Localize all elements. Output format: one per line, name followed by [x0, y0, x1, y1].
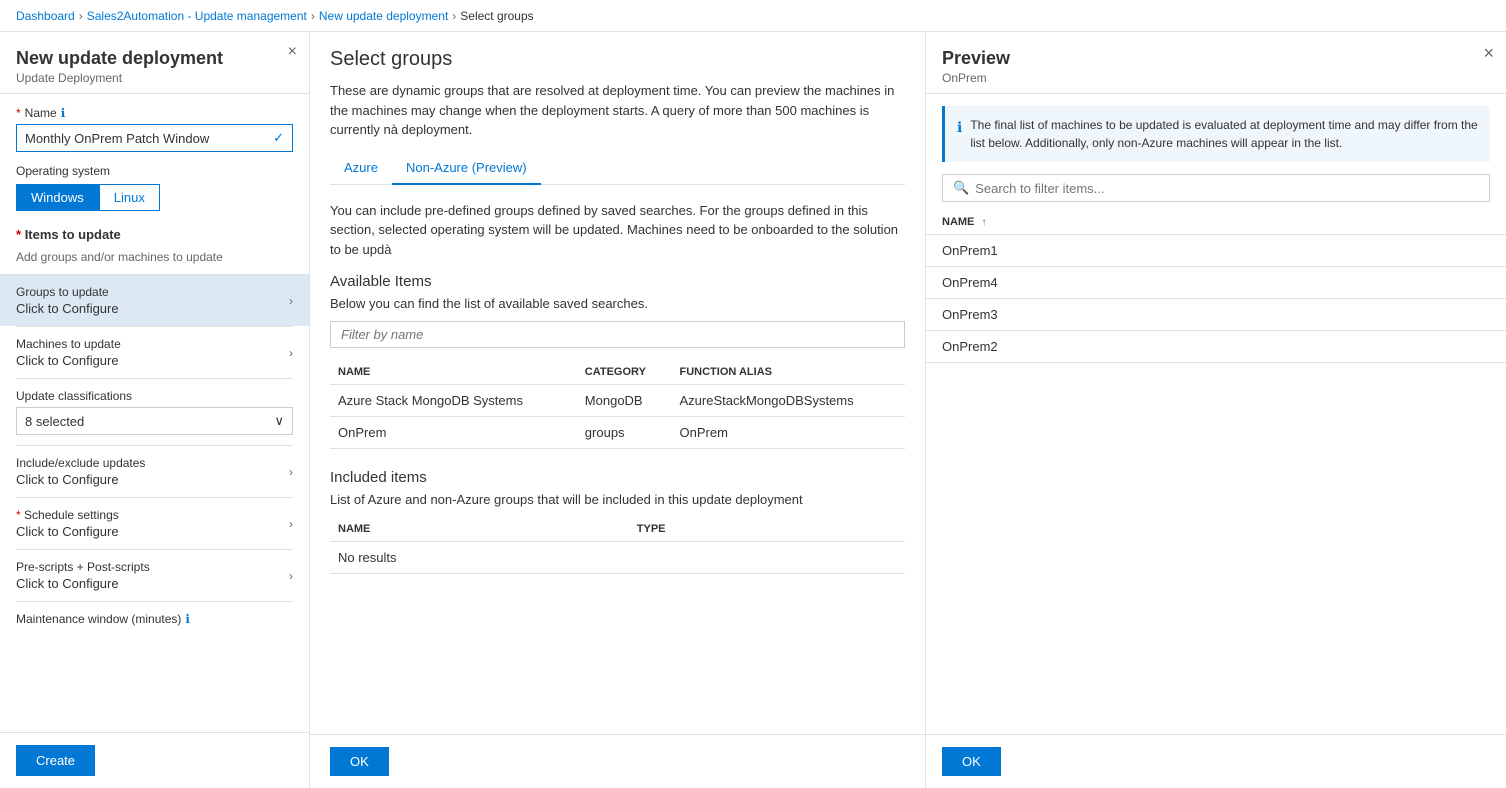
preview-machine-name: OnPrem3	[926, 299, 1506, 331]
info-circle-icon: ℹ	[957, 117, 962, 152]
preview-info-text: The final list of machines to be updated…	[970, 116, 1478, 152]
left-panel-close-button[interactable]: ×	[288, 44, 297, 60]
tab-non-azure[interactable]: Non-Azure (Preview)	[392, 152, 541, 185]
preview-row: OnPrem2	[926, 331, 1506, 363]
breadcrumb-current: Select groups	[460, 9, 533, 23]
preview-col-name: NAME ↑	[926, 210, 1506, 235]
new-update-deployment-title: New update deployment	[16, 48, 293, 69]
row-name: OnPrem	[330, 417, 577, 449]
included-items-table: NAME TYPE No results	[330, 517, 905, 574]
groups-chevron-icon: ›	[289, 294, 293, 308]
preview-close-button[interactable]: ×	[1483, 44, 1494, 62]
right-panel-footer: OK	[926, 734, 1506, 788]
breadcrumb: Dashboard › Sales2Automation - Update ma…	[0, 0, 1506, 32]
breadcrumb-new-update-deployment[interactable]: New update deployment	[319, 9, 448, 23]
breadcrumb-update-management[interactable]: Sales2Automation - Update management	[87, 9, 307, 23]
included-items-title: Included items	[330, 469, 905, 486]
include-exclude-item[interactable]: Include/exclude updates Click to Configu…	[16, 445, 293, 497]
schedule-settings-item[interactable]: * Schedule settings Click to Configure ›	[16, 497, 293, 549]
prescripts-item[interactable]: Pre-scripts + Post-scripts Click to Conf…	[16, 549, 293, 601]
maintenance-label: Maintenance window (minutes) ℹ	[16, 612, 293, 626]
select-groups-description: These are dynamic groups that are resolv…	[330, 81, 905, 140]
middle-content: You can include pre-defined groups defin…	[310, 185, 925, 735]
search-container: 🔍	[926, 174, 1506, 210]
os-windows-button[interactable]: Windows	[16, 184, 99, 211]
col-name: NAME	[330, 360, 577, 385]
no-results-row: No results	[330, 542, 905, 574]
os-section-label: Operating system	[16, 164, 293, 178]
search-input[interactable]	[975, 181, 1479, 196]
preview-machine-name: OnPrem2	[926, 331, 1506, 363]
groups-to-update-item[interactable]: Groups to update Click to Configure ›	[0, 274, 309, 326]
machines-chevron-icon: ›	[289, 346, 293, 360]
middle-panel: Select groups These are dynamic groups t…	[310, 32, 926, 788]
preview-row: OnPrem4	[926, 267, 1506, 299]
tab-azure[interactable]: Azure	[330, 152, 392, 185]
right-panel-header: Preview OnPrem ×	[926, 32, 1506, 94]
preview-machine-name: OnPrem1	[926, 235, 1506, 267]
available-items-desc: Below you can find the list of available…	[330, 296, 905, 311]
dropdown-chevron-icon: ∨	[274, 413, 284, 429]
right-content: NAME ↑ OnPrem1OnPrem4OnPrem3OnPrem2	[926, 210, 1506, 734]
machines-to-update-item[interactable]: Machines to update Click to Configure ›	[16, 326, 293, 378]
preview-machine-name: OnPrem4	[926, 267, 1506, 299]
tabs-container: Azure Non-Azure (Preview)	[330, 152, 905, 185]
left-panel: New update deployment Update Deployment …	[0, 32, 310, 788]
preview-subtitle: OnPrem	[942, 71, 1490, 85]
left-panel-content: * Name ℹ Monthly OnPrem Patch Window ✓ O…	[0, 94, 309, 732]
row-category: groups	[577, 417, 672, 449]
include-exclude-chevron-icon: ›	[289, 465, 293, 479]
included-items-desc: List of Azure and non-Azure groups that …	[330, 492, 905, 507]
classifications-label: Update classifications	[16, 389, 293, 403]
preview-table: NAME ↑ OnPrem1OnPrem4OnPrem3OnPrem2	[926, 210, 1506, 363]
name-field-label: * Name ℹ	[16, 106, 293, 120]
classifications-dropdown[interactable]: 8 selected ∨	[16, 407, 293, 435]
preview-info-box: ℹ The final list of machines to be updat…	[942, 106, 1490, 162]
search-box-wrapper: 🔍	[942, 174, 1490, 202]
available-items-table: NAME CATEGORY FUNCTION ALIAS Azure Stack…	[330, 360, 905, 449]
breadcrumb-dashboard[interactable]: Dashboard	[16, 9, 75, 23]
preview-row: OnPrem3	[926, 299, 1506, 331]
row-category: MongoDB	[577, 385, 672, 417]
middle-footer: OK	[310, 734, 925, 788]
search-icon: 🔍	[953, 180, 969, 196]
name-input[interactable]: Monthly OnPrem Patch Window ✓	[16, 124, 293, 152]
non-azure-description: You can include pre-defined groups defin…	[330, 201, 905, 260]
items-to-update-heading: * Items to update	[16, 227, 293, 242]
os-buttons: Windows Linux	[16, 184, 293, 211]
available-items-title: Available Items	[330, 273, 905, 290]
maintenance-info-icon[interactable]: ℹ	[185, 612, 190, 626]
sort-arrow-icon: ↑	[981, 217, 986, 228]
col-included-name: NAME	[330, 517, 629, 542]
preview-title: Preview	[942, 48, 1490, 69]
filter-input[interactable]	[330, 321, 905, 348]
col-function-alias: FUNCTION ALIAS	[672, 360, 906, 385]
left-panel-footer: Create	[0, 732, 309, 788]
preview-ok-button[interactable]: OK	[942, 747, 1001, 776]
row-alias: OnPrem	[672, 417, 906, 449]
row-name: Azure Stack MongoDB Systems	[330, 385, 577, 417]
items-to-update-desc: Add groups and/or machines to update	[16, 250, 293, 264]
middle-ok-button[interactable]: OK	[330, 747, 389, 776]
update-deployment-subtitle: Update Deployment	[16, 71, 293, 85]
preview-row: OnPrem1	[926, 235, 1506, 267]
name-info-icon[interactable]: ℹ	[61, 106, 66, 120]
col-category: CATEGORY	[577, 360, 672, 385]
os-linux-button[interactable]: Linux	[99, 184, 160, 211]
create-button[interactable]: Create	[16, 745, 95, 776]
row-alias: AzureStackMongoDBSystems	[672, 385, 906, 417]
left-panel-header: New update deployment Update Deployment …	[0, 32, 309, 94]
col-included-type: TYPE	[629, 517, 905, 542]
prescripts-chevron-icon: ›	[289, 569, 293, 583]
right-panel: Preview OnPrem × ℹ The final list of mac…	[926, 32, 1506, 788]
table-row[interactable]: Azure Stack MongoDB Systems MongoDB Azur…	[330, 385, 905, 417]
select-groups-title: Select groups	[330, 48, 905, 71]
table-row[interactable]: OnPrem groups OnPrem	[330, 417, 905, 449]
middle-header: Select groups These are dynamic groups t…	[310, 32, 925, 152]
no-results-cell: No results	[330, 542, 905, 574]
schedule-chevron-icon: ›	[289, 517, 293, 531]
